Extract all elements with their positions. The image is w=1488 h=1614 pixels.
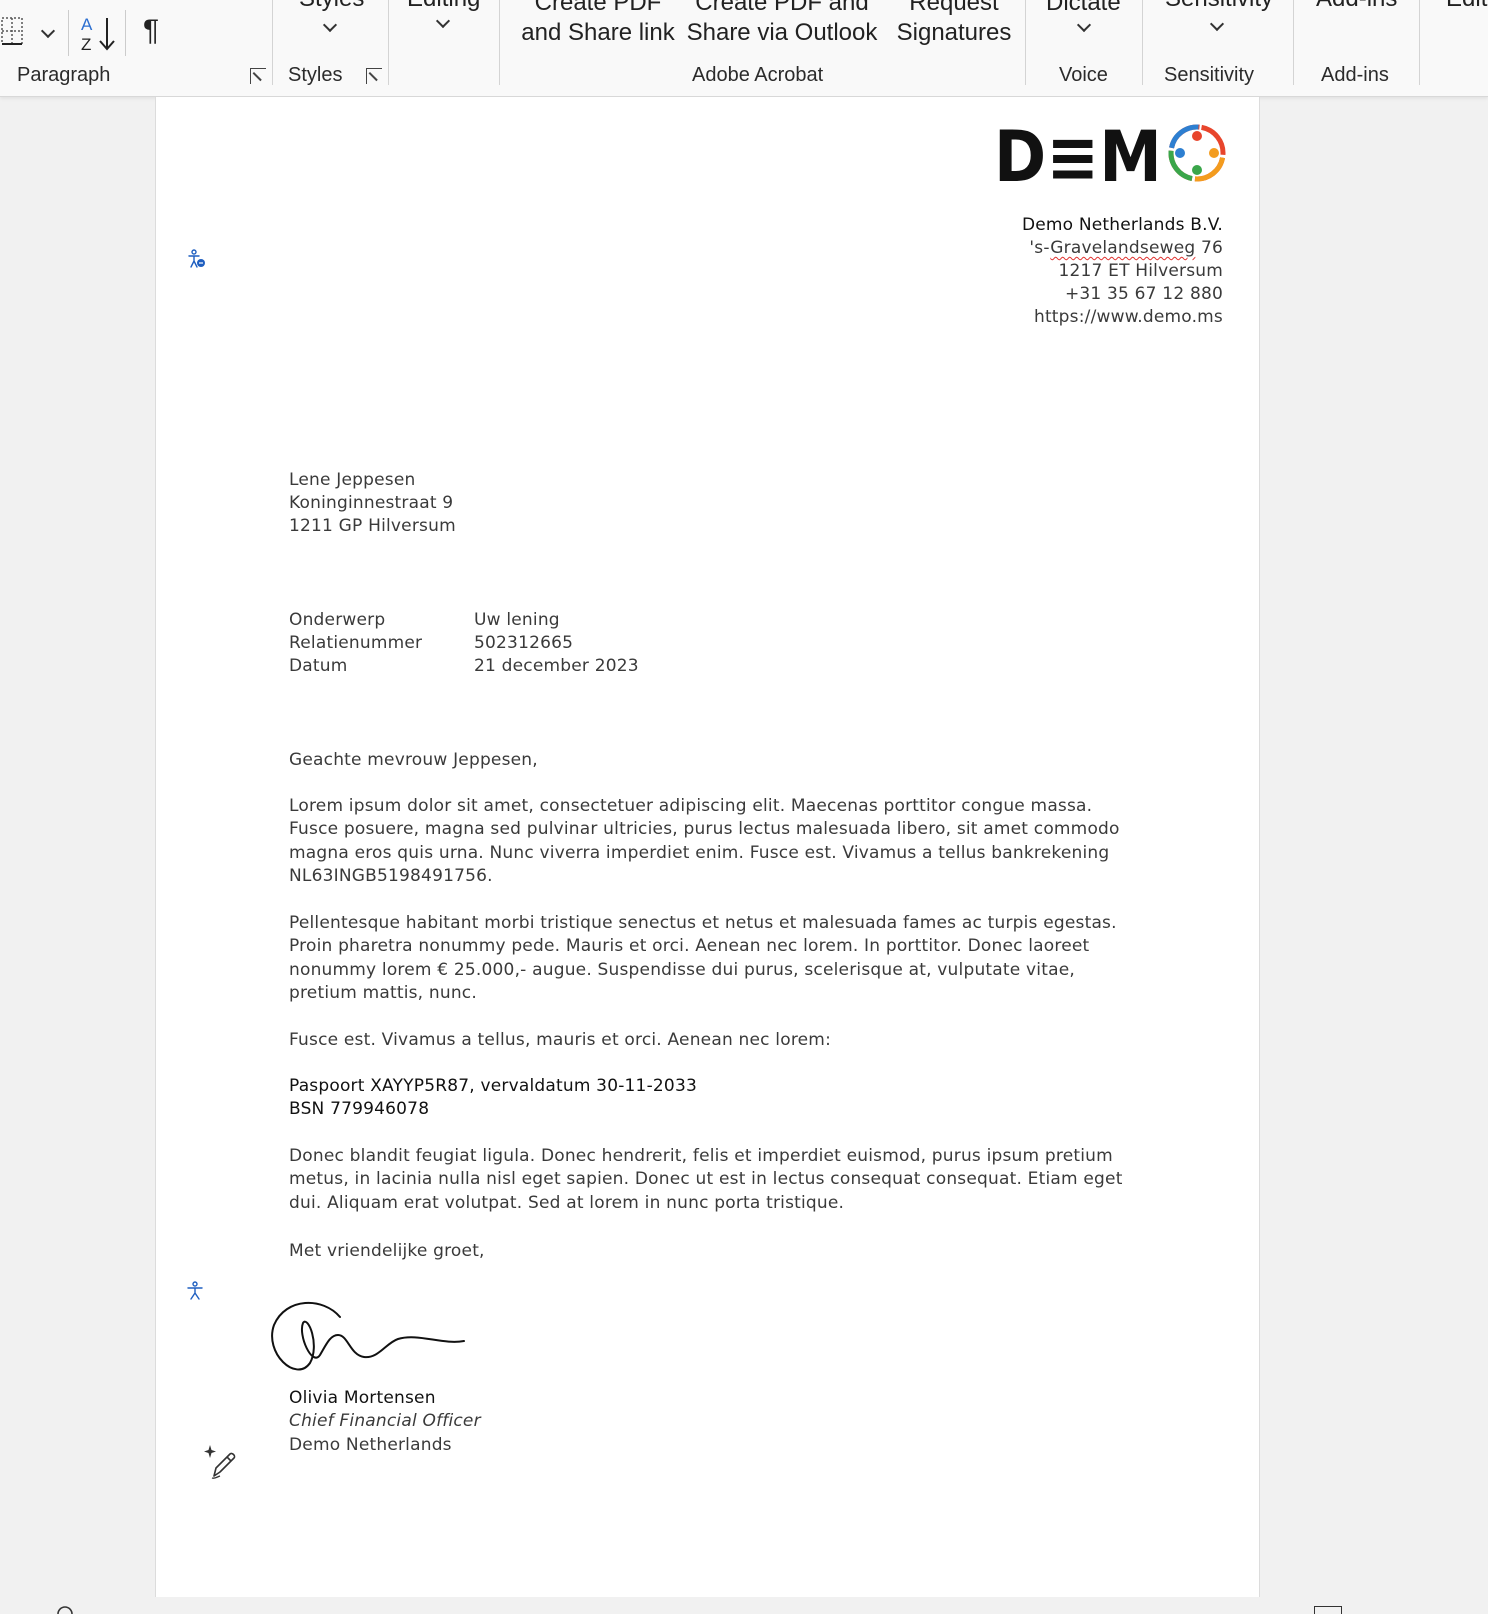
divider	[68, 10, 69, 56]
signatory-name: Olivia Mortensen	[289, 1388, 436, 1408]
group-label-paragraph: Paragraph	[17, 64, 111, 86]
show-formatting-marks-icon[interactable]: ¶	[143, 16, 159, 46]
svg-text:A: A	[81, 15, 93, 34]
settings-gear-icon[interactable]	[54, 1603, 76, 1614]
button-label-line: Create PDF	[534, 0, 662, 16]
sensitivity-button[interactable]: Sensitivity	[1165, 0, 1273, 14]
editing-chevron-icon[interactable]	[435, 13, 451, 29]
dictate-button[interactable]: Dictate	[1046, 0, 1121, 18]
view-mode-icon[interactable]	[1314, 1606, 1342, 1614]
button-label-line: Create PDF and	[695, 0, 869, 16]
group-add-ins: Add-ins Add-ins	[1294, 0, 1419, 96]
sender-company: Demo Netherlands B.V.	[1021, 215, 1223, 235]
group-label-add-ins: Add-ins	[1321, 64, 1389, 86]
handwritten-signature	[271, 1302, 465, 1371]
body-paragraph-3: Fusce est. Vivamus a tellus, mauris et o…	[289, 1030, 831, 1050]
meta-label-subject: Onderwerp	[289, 610, 386, 630]
group-editing: Editing	[389, 0, 499, 96]
ribbon: A Z ¶ Paragraph Styles Styles Editing Cr…	[0, 0, 1488, 97]
dictate-chevron-icon[interactable]	[1076, 17, 1092, 33]
meta-value-relation-number: 502312665	[474, 633, 574, 653]
editing-button[interactable]: Editing	[407, 0, 480, 14]
salutation: Geachte mevrouw Jeppesen,	[289, 750, 538, 770]
recipient-name: Lene Jeppesen	[289, 470, 416, 490]
group-sensitivity: Sensitivity Sensitivity	[1143, 0, 1293, 96]
sort-az-icon[interactable]: A Z	[80, 14, 116, 54]
group-label-adobe-acrobat: Adobe Acrobat	[692, 64, 824, 86]
meta-value-subject: Uw lening	[474, 610, 560, 630]
button-label-line: Request	[909, 0, 999, 16]
ai-pen-sparkle-icon[interactable]	[203, 1443, 239, 1481]
meta-label-date: Datum	[289, 656, 348, 676]
sender-phone: +31 35 67 12 880	[1064, 284, 1223, 304]
paragraph-dialog-launcher-icon[interactable]	[250, 68, 266, 84]
document-page[interactable]: D≡M Demo Netherlands B.V. 's-Gravelandse…	[155, 97, 1260, 1597]
styles-dialog-launcher-icon[interactable]	[366, 68, 382, 84]
accessibility-person-icon[interactable]	[187, 249, 207, 269]
meta-value-date: 21 december 2023	[474, 656, 639, 676]
button-label-line: Signatures	[896, 19, 1012, 46]
styles-button[interactable]: Styles	[299, 0, 364, 14]
editor-button[interactable]: Edit	[1446, 0, 1487, 14]
sender-street-prefix: 's-	[1029, 238, 1051, 258]
styles-chevron-icon[interactable]	[322, 17, 338, 33]
divider	[125, 10, 126, 56]
passport-line: Paspoort XAYYP5R87, vervaldatum 30-11-20…	[289, 1076, 697, 1096]
recipient-postal-city: 1211 GP Hilversum	[289, 516, 456, 536]
signatory-title: Chief Financial Officer	[289, 1411, 481, 1431]
group-adobe-acrobat: Create PDF and Share link Create PDF and…	[500, 0, 1025, 96]
button-label-line: Share via Outlook	[686, 19, 878, 46]
button-label-line: and Share link	[521, 19, 675, 46]
group-separator	[1419, 0, 1420, 85]
sender-street: 's-Gravelandseweg 76	[1029, 237, 1223, 260]
closing-greeting: Met vriendelijke groet,	[289, 1241, 485, 1261]
group-styles: Styles Styles	[273, 0, 388, 96]
sensitivity-chevron-icon[interactable]	[1209, 16, 1225, 32]
sender-street-name: Gravelandseweg	[1050, 238, 1196, 258]
borders-icon[interactable]	[0, 16, 26, 48]
group-paragraph: A Z ¶ Paragraph	[0, 0, 272, 96]
bsn-line: BSN 779946078	[289, 1099, 430, 1119]
create-pdf-share-outlook-button[interactable]: Create PDF and Share via Outlook	[686, 0, 878, 48]
group-voice: Dictate Voice	[1026, 0, 1142, 96]
add-ins-button[interactable]: Add-ins	[1316, 0, 1397, 14]
company-logo: D≡M	[994, 122, 1226, 188]
svg-text:Z: Z	[81, 35, 91, 54]
borders-dropdown-chevron-icon[interactable]	[40, 23, 56, 39]
body-paragraph-4: Donec blandit feugiat ligula. Donec hend…	[289, 1146, 1123, 1213]
create-pdf-share-link-button[interactable]: Create PDF and Share link	[520, 0, 676, 48]
recipient-street: Koninginnestraat 9	[289, 493, 454, 513]
meta-label-relation-number: Relatienummer	[289, 633, 423, 653]
sender-website: https://www.demo.ms	[1033, 307, 1223, 327]
group-label-sensitivity: Sensitivity	[1164, 64, 1255, 86]
logo-circle-icon	[1168, 124, 1226, 182]
group-label-styles: Styles	[288, 64, 343, 86]
body-paragraph-2: Pellentesque habitant morbi tristique se…	[289, 913, 1117, 1004]
sender-street-number: 76	[1195, 238, 1223, 258]
signatory-company: Demo Netherlands	[289, 1435, 452, 1455]
body-paragraph-1: Lorem ipsum dolor sit amet, consectetuer…	[289, 796, 1120, 887]
accessibility-person-icon[interactable]	[186, 1281, 204, 1301]
status-bar	[0, 1597, 1488, 1614]
sender-postal-city: 1217 ET Hilversum	[1058, 261, 1223, 281]
logo-wordmark: D≡M	[994, 122, 1162, 188]
group-label-voice: Voice	[1059, 64, 1108, 86]
request-signatures-button[interactable]: Request Signatures	[890, 0, 1018, 48]
